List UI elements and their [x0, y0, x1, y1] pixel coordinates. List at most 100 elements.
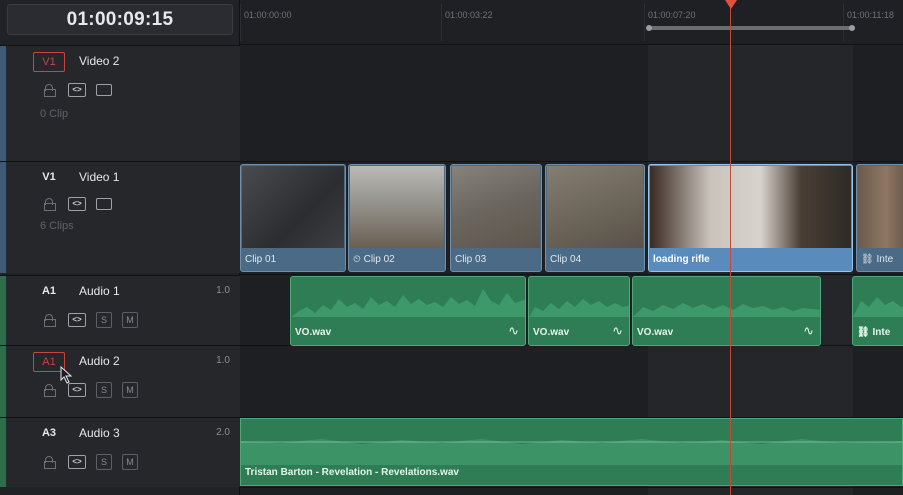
track-controls: <> S M — [40, 382, 138, 398]
track-name[interactable]: Audio 3 — [79, 426, 120, 440]
lock-icon[interactable] — [40, 313, 58, 328]
clip-label: ⏲ Clip 02 — [353, 254, 395, 265]
track-headers: 01:00:09:15 V1 Video 2 <> 0 Clip V1 Vide… — [0, 0, 240, 495]
clip-label: ⛓ Inte — [861, 254, 893, 265]
clip-label: Clip 01 — [245, 254, 277, 265]
track-name[interactable]: Video 1 — [79, 170, 119, 184]
track-name[interactable]: Video 2 — [79, 54, 119, 68]
clip-label: VO.wav — [637, 327, 674, 338]
link-icon: ⛓ — [857, 327, 873, 338]
video-clip[interactable]: Clip 04 — [545, 164, 645, 272]
clip-label-text: Inte — [872, 327, 891, 338]
track-volume: 1.0 — [216, 355, 230, 366]
clip-label: Clip 03 — [455, 254, 487, 265]
track-name[interactable]: Audio 1 — [79, 284, 120, 298]
track-accent — [0, 276, 6, 345]
track-header-audio-3[interactable]: A3 Audio 3 2.0 <> S M — [0, 417, 240, 487]
track-destination-badge[interactable]: V1 — [33, 52, 65, 72]
lane-divider — [240, 274, 903, 275]
audio-fade-icon: ∿ — [803, 323, 814, 338]
track-header-audio-1[interactable]: A1 Audio 1 1.0 <> S M — [0, 275, 240, 345]
lock-icon[interactable] — [40, 82, 58, 97]
lock-icon[interactable] — [40, 383, 58, 398]
solo-button[interactable]: S — [96, 382, 112, 398]
audio-waveform — [853, 297, 903, 317]
clip-label: VO.wav — [295, 327, 332, 338]
ruler-tick — [644, 4, 645, 41]
ruler-mark: 01:00:03:22 — [445, 10, 493, 20]
video-clip[interactable]: ⏲ Clip 02 — [348, 164, 446, 272]
audio-clip[interactable]: VO.wav ∿ — [290, 276, 526, 346]
disable-track-icon[interactable] — [96, 83, 112, 96]
timecode-display[interactable]: 01:00:09:15 — [7, 4, 233, 35]
audio-clip[interactable]: VO.wav ∿ — [632, 276, 821, 346]
track-accent — [0, 162, 6, 273]
video-clip[interactable]: ⛓ Inte — [856, 164, 903, 272]
in-out-range-bar[interactable] — [646, 25, 855, 31]
track-accent — [0, 46, 6, 161]
lock-icon[interactable] — [40, 455, 58, 470]
mute-button[interactable]: M — [122, 454, 138, 470]
timeline[interactable]: 01:00:00:00 01:00:03:22 01:00:07:20 01:0… — [240, 0, 903, 495]
auto-select-icon[interactable]: <> — [68, 313, 86, 327]
track-accent — [0, 346, 6, 417]
video-clip[interactable]: Clip 03 — [450, 164, 542, 272]
ruler-tick — [240, 4, 241, 41]
ruler-mark: 01:00:07:20 — [648, 10, 696, 20]
clip-label: Clip 04 — [550, 254, 582, 265]
playhead-line[interactable] — [730, 0, 731, 495]
speed-change-icon: ⏲ — [353, 254, 364, 265]
clip-thumbnail — [858, 166, 903, 248]
audio-clip[interactable]: VO.wav ∿ — [528, 276, 630, 346]
track-accent — [0, 418, 6, 487]
audio-fade-icon: ∿ — [612, 323, 623, 338]
lane-divider — [240, 487, 903, 488]
clip-count: 0 Clip — [40, 108, 69, 120]
ruler-mark: 01:00:00:00 — [244, 10, 292, 20]
track-controls: <> — [40, 82, 112, 97]
track-header-audio-2[interactable]: A1 Audio 2 1.0 <> S M — [0, 345, 240, 417]
timecode-ruler[interactable]: 01:00:00:00 01:00:03:22 01:00:07:20 01:0… — [240, 0, 903, 45]
track-badge[interactable]: A3 — [33, 424, 65, 444]
clip-thumbnail — [242, 166, 344, 248]
lane-divider — [240, 161, 903, 162]
solo-button[interactable]: S — [96, 312, 112, 328]
audio-fade-icon: ∿ — [508, 323, 519, 338]
track-header-video-2[interactable]: V1 Video 2 <> 0 Clip — [0, 45, 240, 161]
clip-label: ⛓ Inte — [857, 327, 890, 338]
track-badge[interactable]: V1 — [33, 168, 65, 188]
track-header-video-1[interactable]: V1 Video 1 <> 6 Clips — [0, 161, 240, 273]
mute-button[interactable]: M — [122, 382, 138, 398]
disable-track-icon[interactable] — [96, 197, 112, 210]
track-controls: <> S M — [40, 312, 138, 328]
solo-button[interactable]: S — [96, 454, 112, 470]
lock-icon[interactable] — [40, 196, 58, 211]
auto-select-icon[interactable]: <> — [68, 82, 86, 97]
track-volume: 1.0 — [216, 285, 230, 296]
audio-clip-music[interactable]: Tristan Barton - Revelation - Revelation… — [240, 418, 903, 486]
auto-select-icon[interactable]: <> — [68, 196, 86, 211]
clip-label-text: Clip 02 — [363, 254, 395, 265]
mute-button[interactable]: M — [122, 312, 138, 328]
track-volume: 2.0 — [216, 427, 230, 438]
audio-waveform — [241, 439, 902, 465]
video-clip-selected[interactable]: loading rifle — [648, 164, 853, 272]
auto-select-icon[interactable]: <> — [68, 455, 86, 469]
track-badge[interactable]: A1 — [33, 282, 65, 302]
audio-clip[interactable]: ⛓ Inte — [852, 276, 903, 346]
ruler-mark: 01:00:11:18 — [847, 10, 894, 20]
video-clip[interactable]: Clip 01 — [240, 164, 346, 272]
clip-thumbnail — [350, 166, 444, 248]
clip-label: VO.wav — [533, 327, 570, 338]
track-name[interactable]: Audio 2 — [79, 354, 120, 368]
track-controls: <> S M — [40, 454, 138, 470]
clip-label: Tristan Barton - Revelation - Revelation… — [245, 467, 459, 478]
audio-waveform — [291, 289, 525, 317]
playhead-handle[interactable] — [725, 0, 737, 9]
audio-waveform — [529, 299, 629, 317]
clip-thumbnail — [650, 166, 851, 248]
clip-count: 6 Clips — [40, 220, 74, 232]
auto-select-icon[interactable]: <> — [68, 383, 86, 397]
clip-thumbnail — [452, 166, 540, 248]
clip-label: loading rifle — [653, 254, 710, 265]
